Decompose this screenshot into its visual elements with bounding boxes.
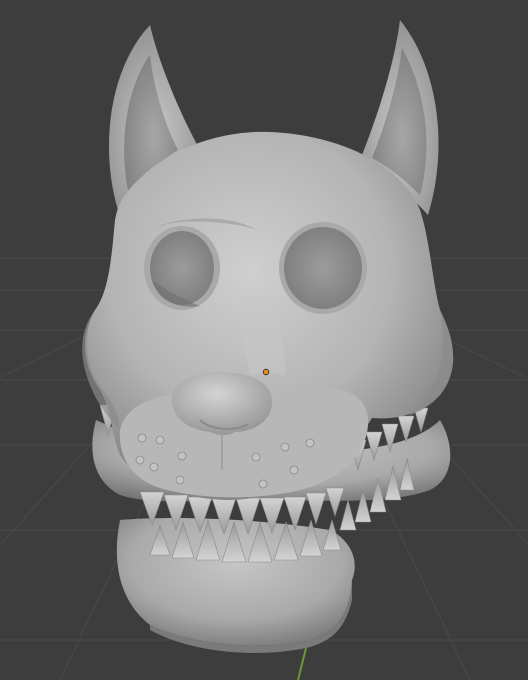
eye-hole-right[interactable] — [279, 222, 367, 314]
viewport-canvas[interactable] — [0, 0, 528, 680]
object-origin-marker[interactable] — [262, 368, 270, 376]
3d-viewport[interactable] — [0, 0, 528, 680]
eye-hole-left[interactable] — [144, 226, 220, 310]
